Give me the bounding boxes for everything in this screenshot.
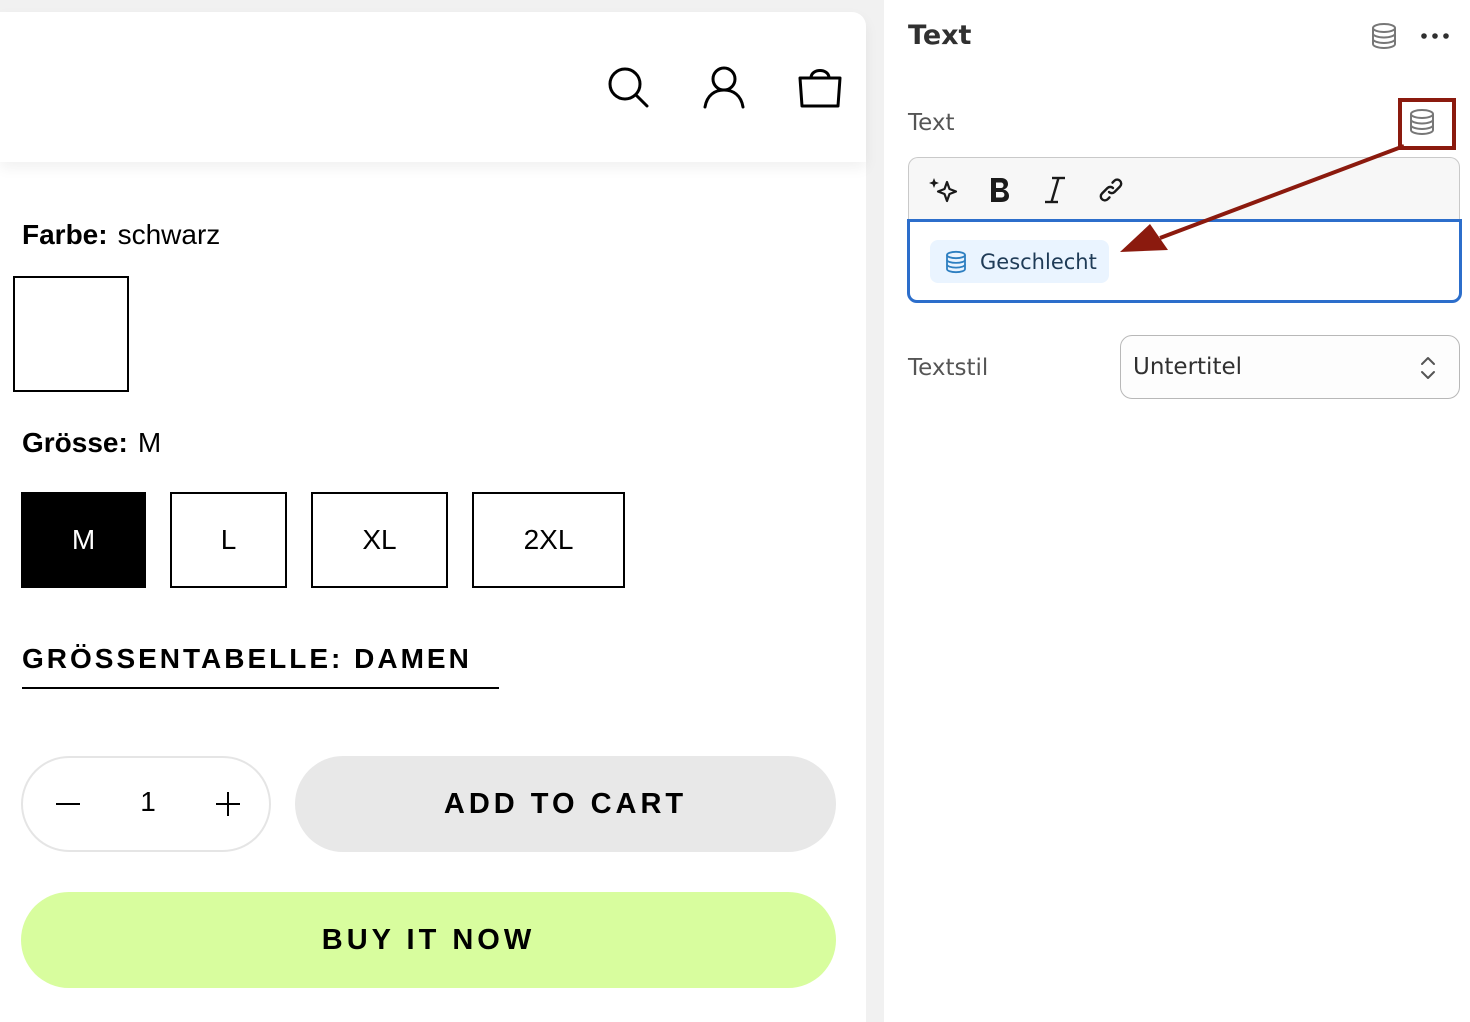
plus-icon	[216, 792, 240, 816]
italic-icon[interactable]	[1039, 174, 1071, 206]
bold-icon[interactable]	[983, 174, 1015, 206]
database-icon	[946, 250, 966, 273]
size-chart-link[interactable]: GRÖSSENTABELLE: DAMEN	[22, 643, 499, 689]
add-to-cart-button[interactable]: ADD TO CART	[295, 756, 836, 852]
minus-icon	[56, 803, 80, 805]
size-button-l[interactable]: L	[170, 492, 287, 588]
quantity-decrease-button[interactable]	[48, 784, 88, 824]
more-options-icon[interactable]	[1418, 22, 1452, 50]
connect-dynamic-source-button[interactable]	[1402, 102, 1442, 142]
panel-title: Text	[908, 20, 972, 51]
account-icon[interactable]	[701, 64, 747, 110]
dynamic-source-chip[interactable]: Geschlecht	[930, 240, 1109, 283]
database-icon	[1410, 109, 1434, 136]
quantity-value[interactable]: 1	[118, 786, 178, 818]
editor-toolbar	[908, 157, 1460, 221]
settings-panel: Text Text Geschlecht Textstil Untertitel	[884, 0, 1470, 1022]
text-editor-area[interactable]: Geschlecht	[907, 219, 1462, 303]
magic-icon[interactable]	[927, 174, 959, 206]
buy-now-button[interactable]: BUY IT NOW	[21, 892, 836, 988]
store-preview: Farbe: schwarz Grösse: M M L XL 2XL GRÖSSE…	[0, 0, 884, 1022]
quantity-stepper: 1	[21, 756, 271, 852]
link-icon[interactable]	[1095, 174, 1127, 206]
color-swatch-schwarz[interactable]	[13, 276, 129, 392]
cart-bag-icon[interactable]	[797, 64, 843, 110]
textstyle-label: Textstil	[908, 355, 989, 381]
rich-text-editor: Geschlecht	[907, 157, 1462, 303]
text-field-label: Text	[908, 110, 955, 136]
product-form: Farbe: schwarz Grösse: M M L XL 2XL GRÖSSE…	[0, 162, 866, 1022]
size-label: Grösse:	[22, 427, 128, 458]
select-chevrons-icon	[1417, 353, 1439, 383]
textstyle-select[interactable]: Untertitel	[1120, 335, 1460, 399]
color-label: Farbe:	[22, 219, 108, 250]
textstyle-select-value: Untertitel	[1133, 354, 1243, 380]
color-option-label: Farbe: schwarz	[22, 219, 220, 251]
database-icon[interactable]	[1370, 22, 1398, 50]
size-button-m[interactable]: M	[21, 492, 146, 588]
size-button-xl[interactable]: XL	[311, 492, 448, 588]
size-option-label: Grösse: M	[22, 427, 161, 459]
search-icon[interactable]	[605, 64, 651, 110]
size-value: M	[137, 427, 162, 458]
quantity-increase-button[interactable]	[208, 784, 248, 824]
color-value: schwarz	[117, 219, 221, 250]
size-button-2xl[interactable]: 2XL	[472, 492, 625, 588]
dynamic-source-chip-label: Geschlecht	[980, 249, 1097, 274]
store-header	[0, 12, 866, 162]
